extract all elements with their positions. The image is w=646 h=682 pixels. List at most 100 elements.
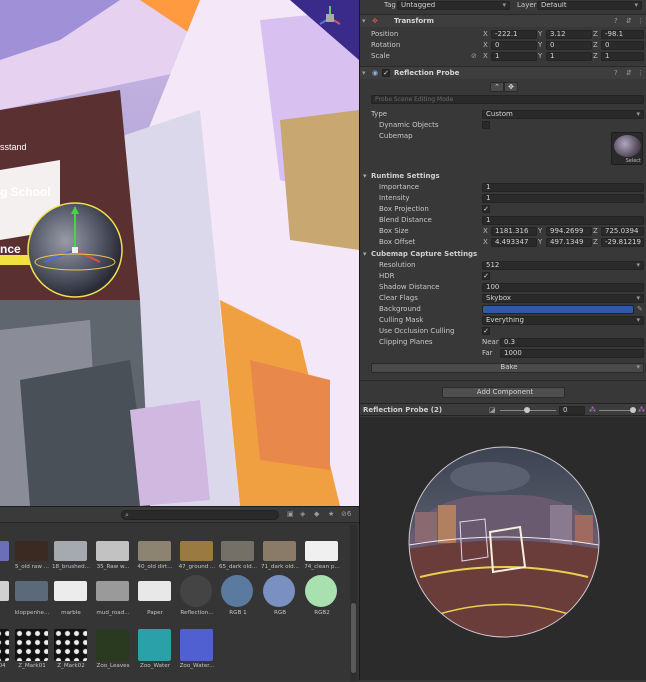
asset-thumbnail <box>305 575 337 607</box>
box-size-y-field[interactable]: 994.2699 <box>546 227 592 236</box>
reflection-probe-header[interactable]: ▾ ◉ ✓ Reflection Probe ? ⇵ ⋮ <box>360 66 646 79</box>
background-color-field[interactable] <box>482 305 634 314</box>
capture-settings-foldout[interactable]: ▾ Cubemap Capture Settings <box>360 249 646 260</box>
sign-text-1: sstand <box>0 142 27 152</box>
select-label[interactable]: Select <box>626 158 641 164</box>
asset-name: Reflection... <box>180 610 214 616</box>
asset-thumbnail <box>221 575 253 607</box>
search-icon: ⌕ <box>125 511 129 519</box>
near-field[interactable]: 0.3 <box>500 338 644 347</box>
scrollbar[interactable] <box>350 525 357 681</box>
far-field[interactable]: 1000 <box>500 349 644 358</box>
rotation-row: Rotation X 0 Y 0 Z 0 <box>360 40 646 51</box>
shadow-distance-label: Shadow Distance <box>379 283 440 291</box>
background-row: Background ✎ <box>360 304 646 315</box>
rotation-x-field[interactable]: 0 <box>491 41 537 50</box>
filter-type-icon[interactable]: ◈ <box>300 510 305 518</box>
presets-icon[interactable]: ⇵ <box>626 17 632 25</box>
edit-bounds-button[interactable]: ⌃ <box>490 82 504 92</box>
more-icon[interactable]: ⋮ <box>637 17 644 25</box>
position-label: Position <box>371 30 399 38</box>
rotation-y-field[interactable]: 0 <box>546 41 592 50</box>
dynamic-objects-label: Dynamic Objects <box>379 121 439 129</box>
type-row: Type Custom <box>360 109 646 120</box>
exposure-field[interactable]: 0 <box>559 406 585 415</box>
dynamic-objects-checkbox[interactable] <box>482 121 490 129</box>
intensity-field[interactable]: 1 <box>482 194 644 203</box>
exposure-slider[interactable] <box>500 407 556 413</box>
sign-text-3: nce <box>0 242 21 256</box>
box-projection-checkbox[interactable]: ✓ <box>482 205 490 213</box>
link-icon[interactable]: ⊘ <box>471 52 477 60</box>
rotation-z-field[interactable]: 0 <box>601 41 644 50</box>
axis-z-label: Z <box>593 52 598 60</box>
help-icon[interactable]: ? <box>614 69 618 77</box>
runtime-settings-foldout[interactable]: ▾ Runtime Settings <box>360 171 646 182</box>
box-offset-z-field[interactable]: -29.81219 <box>601 238 644 247</box>
bake-button[interactable]: Bake <box>371 363 644 373</box>
position-z-field[interactable]: -98.1 <box>601 30 644 39</box>
box-size-z-field[interactable]: 725.0394 <box>601 227 644 236</box>
scene-view[interactable]: sstand g School nce <box>0 0 359 506</box>
divider <box>360 380 646 381</box>
help-icon[interactable]: ? <box>614 17 618 25</box>
position-x-field[interactable]: -222.1 <box>491 30 537 39</box>
mip-slider[interactable] <box>599 407 636 413</box>
lock-icon[interactable]: ▣ <box>287 510 294 518</box>
clear-flags-row: Clear Flags Skybox <box>360 293 646 304</box>
favorite-icon[interactable]: ★ <box>328 510 334 518</box>
asset-thumbnail <box>15 629 48 661</box>
preview-area[interactable] <box>360 417 646 680</box>
scrollbar-thumb[interactable] <box>351 603 356 673</box>
importance-field[interactable]: 1 <box>482 183 644 192</box>
foldout-arrow-icon[interactable]: ▾ <box>362 17 366 25</box>
slider-handle[interactable] <box>630 407 636 413</box>
asset-name: 47_ground ... <box>178 564 216 570</box>
component-enabled-checkbox[interactable]: ✓ <box>382 69 390 77</box>
box-size-x-field[interactable]: 1181.316 <box>491 227 537 236</box>
far-label: Far <box>482 349 493 357</box>
scale-y-field[interactable]: 1 <box>546 52 592 61</box>
importance-row: Importance 1 <box>360 182 646 193</box>
box-offset-y-field[interactable]: 497.1349 <box>546 238 592 247</box>
layer-dropdown[interactable]: Default <box>537 1 642 10</box>
box-offset-row: Box Offset X 4.493347 Y 497.1349 Z -29.8… <box>360 237 646 248</box>
presets-icon[interactable]: ⇵ <box>626 69 632 77</box>
preview-title: Reflection Probe (2) <box>363 406 443 414</box>
transform-header[interactable]: ▾ ✥ Transform ? ⇵ ⋮ <box>360 14 646 27</box>
eyedropper-icon[interactable]: ✎ <box>637 305 643 313</box>
intensity-row: Intensity 1 <box>360 193 646 204</box>
clear-flags-dropdown[interactable]: Skybox <box>482 294 644 303</box>
foldout-arrow-icon[interactable]: ▾ <box>362 69 366 77</box>
cubemap-slot[interactable]: Select <box>611 132 643 165</box>
asset-name: 5_old raw ... <box>14 564 50 570</box>
edit-origin-button[interactable]: ✥ <box>504 82 518 92</box>
asset-thumbnail <box>54 629 87 661</box>
type-dropdown[interactable]: Custom <box>482 110 644 119</box>
project-browser: ⌕ ▣ ◈ ◆ ★ ⊘6 5_old raw ... 18_brushed... 3… <box>0 506 359 681</box>
box-offset-x-field[interactable]: 4.493347 <box>491 238 537 247</box>
slider-handle[interactable] <box>524 407 530 413</box>
hdr-checkbox[interactable]: ✓ <box>482 272 490 280</box>
package-count: 6 <box>346 510 352 518</box>
filter-label-icon[interactable]: ◆ <box>314 510 319 518</box>
importance-label: Importance <box>379 183 420 191</box>
hidden-packages-icon[interactable]: ⊘6 <box>341 510 351 518</box>
blend-distance-field[interactable]: 1 <box>482 216 644 225</box>
resolution-dropdown[interactable]: 512 <box>482 261 644 270</box>
scale-z-field[interactable]: 1 <box>601 52 644 61</box>
clipping-planes-label: Clipping Planes <box>379 338 433 346</box>
project-search-input[interactable]: ⌕ <box>121 510 279 520</box>
axis-x-label: X <box>483 52 488 60</box>
foldout-arrow-icon: ▾ <box>363 250 367 258</box>
asset-name: marble <box>61 610 81 616</box>
shadow-distance-field[interactable]: 100 <box>482 283 644 292</box>
tag-dropdown[interactable]: Untagged <box>397 1 510 10</box>
culling-mask-dropdown[interactable]: Everything <box>482 316 644 325</box>
transform-icon: ✥ <box>372 17 378 25</box>
occlusion-culling-checkbox[interactable]: ✓ <box>482 327 490 335</box>
scale-x-field[interactable]: 1 <box>491 52 537 61</box>
more-icon[interactable]: ⋮ <box>637 69 644 77</box>
position-y-field[interactable]: 3.12 <box>546 30 592 39</box>
add-component-button[interactable]: Add Component <box>442 387 565 398</box>
